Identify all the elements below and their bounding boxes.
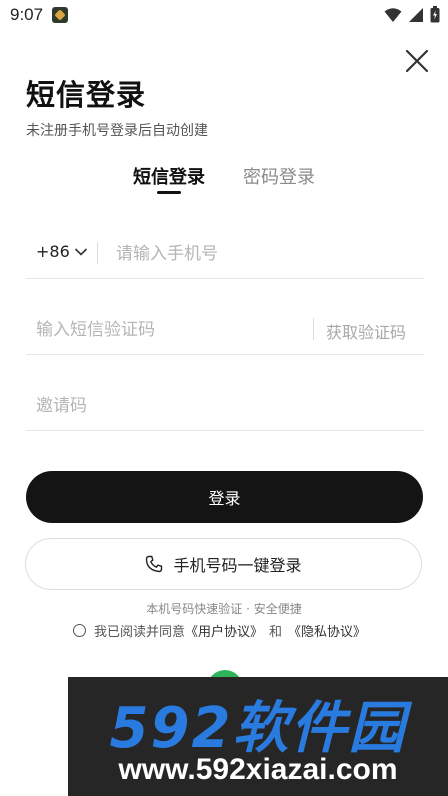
watermark-banner: 592软件园 www.592xiazai.com <box>68 677 448 796</box>
close-button[interactable] <box>404 48 430 74</box>
tab-password-login[interactable]: 密码登录 <box>243 163 315 189</box>
active-tab-indicator <box>157 191 181 194</box>
get-code-button[interactable]: 获取验证码 <box>326 319 406 343</box>
login-button-label: 登录 <box>208 489 241 508</box>
agreement-and: 和 <box>269 625 283 640</box>
status-bar: 9:07 <box>0 0 448 30</box>
invite-code-field-row <box>26 380 424 431</box>
code-divider <box>313 318 314 340</box>
onekey-login-label: 手机号码一键登录 <box>173 556 302 575</box>
login-screen: 9:07 短信登录 未注册手机号登录后自动创建 短信登录 密码登录 +86 请输… <box>0 0 448 796</box>
status-indicators <box>384 6 440 23</box>
invite-code-input[interactable] <box>36 393 416 419</box>
sms-code-input[interactable] <box>36 317 306 343</box>
quick-verify-hint: 本机号码快速验证 · 安全便捷 <box>146 602 302 616</box>
chevron-down-icon <box>74 247 87 256</box>
sms-code-field-row: 获取验证码 <box>26 304 424 355</box>
country-code-value: +86 <box>36 242 70 261</box>
agreement-prefix: 我已阅读并同意 <box>94 625 186 640</box>
phone-input[interactable] <box>116 241 416 267</box>
page-subtitle: 未注册手机号登录后自动创建 <box>26 123 208 139</box>
onekey-login-button[interactable]: 手机号码一键登录 <box>25 538 422 590</box>
user-agreement-link[interactable]: 《用户协议》 <box>185 621 263 640</box>
phone-icon <box>146 555 163 573</box>
agreement-row: 我已阅读并同意 《用户协议》 和 《隐私协议》 <box>73 621 366 640</box>
battery-icon <box>430 6 440 23</box>
country-code-selector[interactable]: +86 <box>36 242 88 261</box>
phone-divider <box>97 242 98 264</box>
page-title: 短信登录 <box>26 78 147 112</box>
phone-field-row: +86 <box>26 228 424 279</box>
signal-icon <box>409 7 423 22</box>
wifi-icon <box>384 7 402 22</box>
agreement-checkbox[interactable] <box>73 624 86 637</box>
privacy-agreement-link[interactable]: 《隐私协议》 <box>288 621 366 640</box>
status-time: 9:07 <box>10 5 44 24</box>
watermark-brand: 592软件园 <box>109 696 407 761</box>
tab-sms-login[interactable]: 短信登录 <box>133 163 205 189</box>
app-notification-icon <box>52 7 68 23</box>
watermark-url: www.592xiazai.com <box>118 753 398 786</box>
close-icon <box>405 49 429 73</box>
login-button[interactable]: 登录 <box>26 471 423 523</box>
